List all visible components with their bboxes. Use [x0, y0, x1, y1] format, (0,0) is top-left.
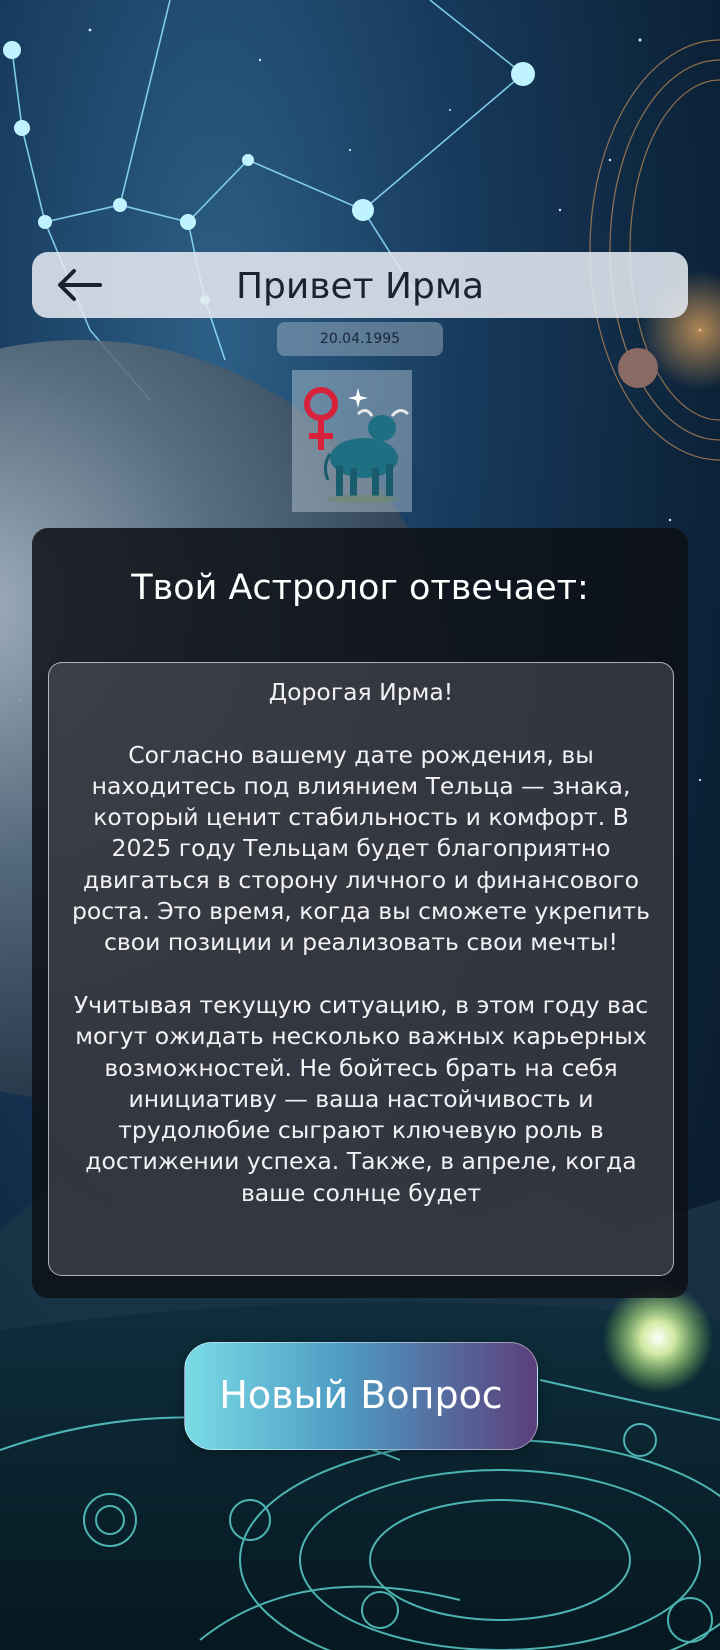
answer-card: Твой Астролог отвечает: Дорогая Ирма! Со… — [32, 528, 688, 1298]
header-bar: Привет Ирма — [32, 252, 688, 318]
birth-date: 20.04.1995 — [277, 322, 443, 356]
sparkle-icon — [348, 388, 368, 408]
page-title: Привет Ирма — [235, 266, 485, 307]
small-planet — [618, 348, 658, 388]
constellation — [11, 0, 525, 401]
orbit-rings — [589, 39, 720, 461]
new-question-button[interactable]: Новый Вопрос — [184, 1342, 538, 1450]
answer-title: Твой Астролог отвечает: — [131, 568, 589, 608]
answer-text: Дорогая Ирма! Согласно вашему дате рожде… — [71, 678, 651, 1207]
light-flare — [603, 1283, 713, 1393]
bull-icon — [323, 409, 410, 503]
answer-scroll-area[interactable]: Дорогая Ирма! Согласно вашему дате рожде… — [48, 662, 674, 1276]
zodiac-sign-image — [292, 370, 412, 512]
